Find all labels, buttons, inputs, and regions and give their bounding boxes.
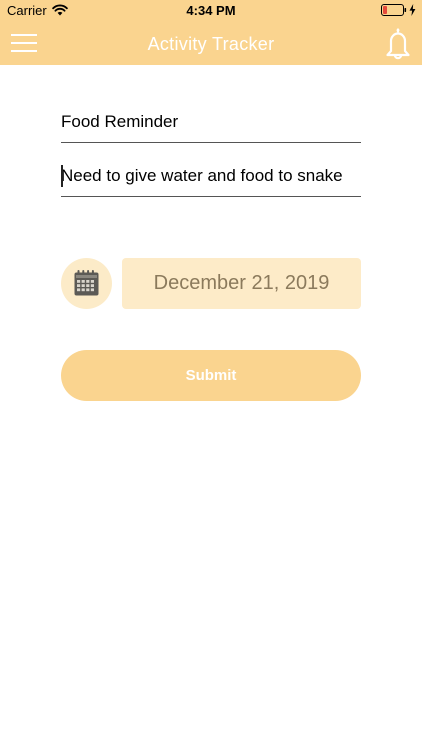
- battery-icon: [381, 4, 407, 16]
- charging-bolt-icon: [409, 4, 416, 16]
- title-input[interactable]: [61, 102, 361, 142]
- status-bar: Carrier 4:34 PM: [0, 0, 422, 22]
- submit-button[interactable]: Submit: [61, 350, 361, 401]
- notification-bell-icon[interactable]: [383, 27, 413, 61]
- date-picker-row: December 21, 2019: [61, 258, 361, 309]
- app-header: Carrier 4:34 PM Activity Tracker: [0, 0, 422, 65]
- date-field[interactable]: December 21, 2019: [122, 258, 361, 309]
- description-field[interactable]: [61, 156, 361, 197]
- text-cursor: [61, 165, 63, 187]
- title-field[interactable]: [61, 102, 361, 143]
- status-time: 4:34 PM: [186, 3, 236, 18]
- page-title: Activity Tracker: [147, 34, 275, 54]
- calendar-button[interactable]: [61, 258, 112, 309]
- description-input[interactable]: [61, 156, 361, 196]
- calendar-icon: [74, 270, 99, 296]
